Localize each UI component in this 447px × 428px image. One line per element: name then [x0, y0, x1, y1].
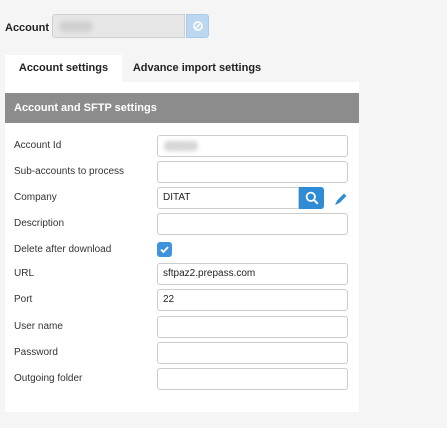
search-icon [305, 191, 319, 205]
company-row: Company DITAT [5, 187, 359, 209]
delete-after-row: Delete after download [5, 239, 359, 261]
port-input[interactable]: 22 [157, 289, 348, 311]
outgoing-folder-label: Outgoing folder [14, 373, 83, 384]
account-settings-panel: Account and SFTP settings Account Id Sub… [5, 82, 359, 412]
account-id-redacted [164, 141, 198, 151]
password-label: Password [14, 347, 58, 358]
account-row: Account [0, 14, 447, 40]
sub-accounts-label: Sub-accounts to process [14, 166, 125, 177]
check-icon [160, 246, 169, 254]
company-search-button[interactable] [299, 187, 324, 209]
delete-after-label: Delete after download [14, 244, 112, 255]
account-field[interactable] [52, 14, 185, 38]
company-input[interactable]: DITAT [157, 187, 299, 209]
section-title: Account and SFTP settings [5, 93, 359, 123]
port-row: Port 22 [5, 289, 359, 311]
description-input[interactable] [157, 213, 348, 235]
outgoing-folder-row: Outgoing folder [5, 368, 359, 390]
company-label: Company [14, 192, 57, 203]
user-name-input[interactable] [157, 316, 348, 338]
sub-accounts-input[interactable] [157, 161, 348, 183]
outgoing-folder-input[interactable] [157, 368, 348, 390]
port-label: Port [14, 294, 33, 305]
url-input[interactable]: sftpaz2.prepass.com [157, 263, 348, 285]
account-link-button[interactable] [186, 14, 209, 38]
password-row: Password [5, 342, 359, 364]
account-id-label: Account Id [14, 140, 62, 151]
tab-account-settings[interactable]: Account settings [5, 55, 122, 82]
account-value-redacted [60, 21, 92, 32]
pencil-icon[interactable] [332, 190, 350, 208]
account-label: Account [5, 22, 49, 34]
user-name-label: User name [14, 321, 63, 332]
delete-after-checkbox[interactable] [157, 242, 172, 257]
password-input[interactable] [157, 342, 348, 364]
settings-tabs: Account settings Advance import settings [5, 55, 447, 82]
user-name-row: User name [5, 316, 359, 338]
account-id-row: Account Id [5, 135, 359, 157]
url-label: URL [14, 268, 35, 279]
link-icon [192, 21, 203, 31]
url-row: URL sftpaz2.prepass.com [5, 263, 359, 285]
description-label: Description [14, 218, 65, 229]
sub-accounts-row: Sub-accounts to process [5, 161, 359, 183]
tab-advance-import-settings[interactable]: Advance import settings [122, 55, 272, 82]
description-row: Description [5, 213, 359, 235]
account-id-field[interactable] [157, 135, 348, 157]
